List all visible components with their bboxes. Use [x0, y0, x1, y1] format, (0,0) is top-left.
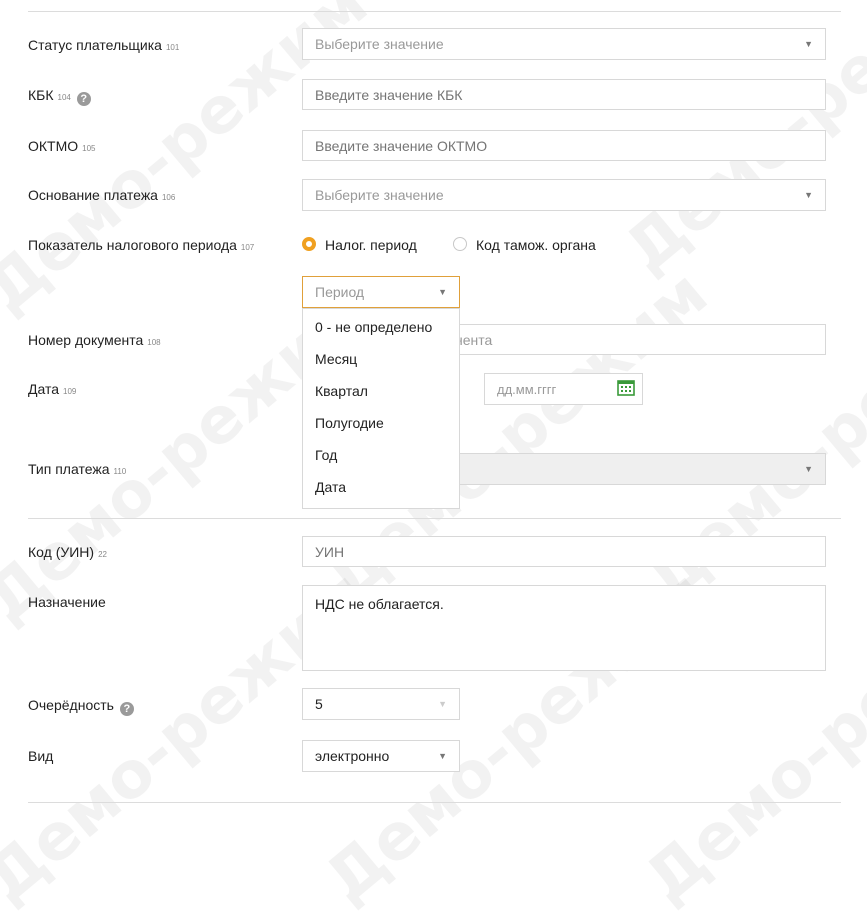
oktmo-input[interactable] [302, 130, 826, 161]
uin-label: Код (УИН) 22 [28, 544, 107, 560]
period-option[interactable]: Полугодие [315, 415, 384, 431]
kind-select[interactable]: электронно ▼ [302, 740, 460, 772]
date-label: Дата 109 [28, 381, 77, 397]
period-option[interactable]: Год [315, 447, 337, 463]
payer-status-select[interactable]: Выберите значение ▼ [302, 28, 826, 60]
radio-customs-code-label[interactable]: Код тамож. органа [476, 237, 596, 253]
section-divider [28, 802, 841, 803]
section-divider [28, 11, 841, 12]
caret-down-icon: ▼ [804, 39, 813, 49]
caret-down-icon: ▼ [438, 751, 447, 761]
kind-label: Вид [28, 748, 54, 764]
uin-input[interactable] [302, 536, 826, 567]
caret-down-icon: ▼ [438, 287, 447, 297]
calendar-icon[interactable] [617, 379, 635, 399]
period-option[interactable]: Месяц [315, 351, 357, 367]
caret-down-icon: ▼ [804, 190, 813, 200]
period-option[interactable]: Дата [315, 479, 346, 495]
radio-tax-period-label[interactable]: Налог. период [325, 237, 417, 253]
help-icon[interactable]: ? [76, 92, 91, 106]
caret-down-icon: ▼ [804, 464, 813, 474]
doc-number-label: Номер документа 108 [28, 332, 161, 348]
priority-label: Очерёдность ? [28, 697, 134, 716]
purpose-textarea[interactable]: НДС не облагается. [302, 585, 826, 671]
period-dropdown: 0 - не определено Месяц Квартал Полугоди… [302, 308, 460, 509]
period-option[interactable]: Квартал [315, 383, 368, 399]
tax-period-label: Показатель налогового периода 107 [28, 237, 255, 253]
payer-status-label: Статус плательщика 101 [28, 37, 180, 53]
section-divider [28, 518, 841, 519]
kbk-input[interactable] [302, 79, 826, 110]
payment-type-label: Тип платежа 110 [28, 461, 127, 477]
oktmo-label: ОКТМО 105 [28, 138, 96, 154]
period-option[interactable]: 0 - не определено [315, 319, 432, 335]
purpose-label: Назначение [28, 594, 106, 610]
radio-customs-code[interactable] [453, 237, 467, 251]
date-input[interactable]: дд.мм.гггг [484, 373, 643, 405]
help-icon[interactable]: ? [119, 702, 134, 716]
caret-down-icon: ▼ [438, 699, 447, 709]
payment-basis-select[interactable]: Выберите значение ▼ [302, 179, 826, 211]
priority-select[interactable]: 5 ▼ [302, 688, 460, 720]
radio-tax-period[interactable] [302, 237, 316, 251]
payment-basis-label: Основание платежа 106 [28, 187, 176, 203]
period-select[interactable]: Период ▼ [302, 276, 460, 308]
kbk-label: КБК 104 ? [28, 87, 91, 106]
